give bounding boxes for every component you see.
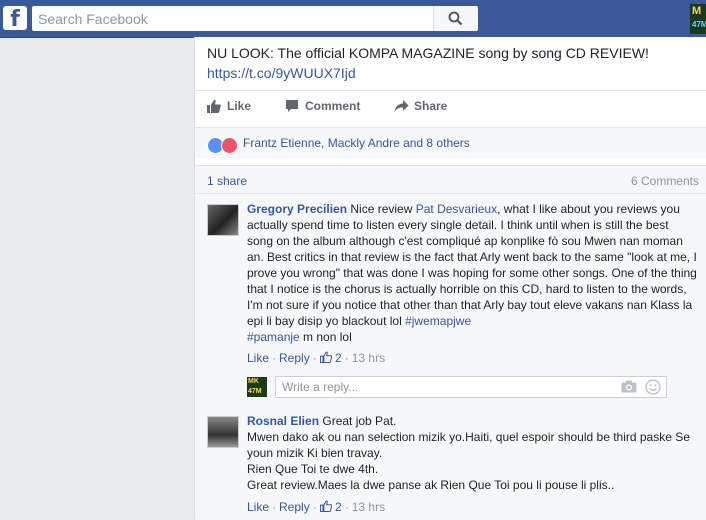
post-meta: 1 share 6 Comments (195, 165, 706, 194)
speech-bubble-icon (286, 100, 298, 112)
comment-like-count[interactable]: 2 (335, 351, 342, 365)
facebook-logo[interactable]: f (3, 6, 27, 30)
comment-text: Rosnal Elien Great job Pat. Mwen dako ak… (247, 413, 697, 493)
post-actions: Like Comment Share (195, 90, 706, 121)
comment-body: Nice review (347, 202, 416, 216)
comment-body: Great review.Maes la dwe panse ak Rien Q… (247, 478, 615, 492)
like-label: Like (227, 99, 252, 113)
thumbs-up-icon (207, 99, 221, 113)
avatar: MK 47M (247, 377, 267, 397)
hashtag[interactable]: #jwemapjwe (405, 314, 471, 328)
profile-thumbnail[interactable]: M 47M (690, 4, 706, 34)
tagged-user[interactable]: Pat Desvarieux (416, 202, 497, 216)
comment-like-link[interactable]: Like (247, 500, 269, 514)
search-bar (32, 6, 478, 31)
reply-composer: MK 47M (247, 376, 697, 400)
avatar[interactable] (207, 416, 239, 448)
comment-text: Gregory Precilien Nice review Pat Desvar… (247, 201, 697, 345)
comment-like-link[interactable]: Like (247, 351, 269, 365)
reactions-row[interactable]: Frantz Etienne, Mackly Andre and 8 other… (195, 127, 706, 158)
post-text: NU LOOK: The official KOMPA MAGAZINE son… (207, 43, 697, 83)
comment-reply-link[interactable]: Reply (279, 500, 310, 514)
camera-icon[interactable] (621, 380, 637, 393)
avatar[interactable] (207, 204, 239, 236)
love-reaction-icon (221, 137, 238, 154)
post-card: NU LOOK: The official KOMPA MAGAZINE son… (194, 37, 706, 520)
search-icon (448, 11, 463, 26)
comment-actions: Like · Reply · 2 · 13 hrs (247, 500, 386, 514)
comment-body: m non lol (299, 330, 352, 344)
share-arrow-icon (394, 100, 409, 112)
comment-body: Great job Pat. (319, 414, 397, 428)
search-button[interactable] (433, 6, 478, 31)
comment-actions: Like · Reply · 2 · 13 hrs (247, 351, 386, 365)
top-bar: f M 47M (0, 0, 706, 38)
reaction-names[interactable]: Frantz Etienne, Mackly Andre and 8 other… (243, 136, 470, 150)
comment-body: Mwen dako ak ou nan selection mizik yo.H… (247, 430, 690, 460)
comment-body: , what I like about you reviews you actu… (247, 202, 697, 328)
hashtag[interactable]: #pamanje (247, 330, 300, 344)
reply-input[interactable] (275, 376, 667, 398)
comment-label: Comment (305, 99, 361, 113)
post-link[interactable]: https://t.co/9yWUUX7Ijd (207, 63, 697, 83)
comments-count[interactable]: 6 Comments (631, 174, 699, 188)
thumbs-up-icon (319, 500, 332, 513)
comment-timestamp[interactable]: 13 hrs (352, 351, 385, 365)
share-label: Share (414, 99, 448, 113)
search-input[interactable] (38, 8, 438, 29)
post-body: NU LOOK: The official KOMPA MAGAZINE son… (207, 45, 649, 61)
comment-like-count[interactable]: 2 (335, 500, 342, 514)
smiley-icon[interactable] (645, 379, 661, 395)
comment-body: Rien Que Toi te dwe 4th. (247, 462, 379, 476)
comment-timestamp[interactable]: 13 hrs (352, 500, 385, 514)
thumbs-up-icon (319, 351, 332, 364)
comment-author[interactable]: Gregory Precilien (247, 202, 347, 216)
comment-author[interactable]: Rosnal Elien (247, 414, 319, 428)
comment-reply-link[interactable]: Reply (279, 351, 310, 365)
shares-count[interactable]: 1 share (207, 174, 247, 188)
